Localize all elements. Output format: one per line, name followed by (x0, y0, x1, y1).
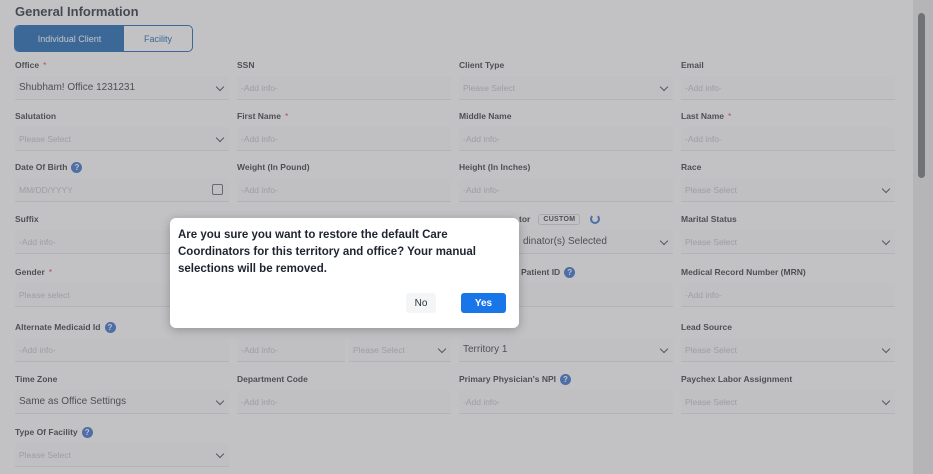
confirm-message: Are you sure you want to restore the def… (178, 229, 476, 275)
yes-button[interactable]: Yes (461, 293, 506, 313)
confirm-dialog: Are you sure you want to restore the def… (170, 218, 519, 328)
no-button[interactable]: No (406, 293, 436, 313)
